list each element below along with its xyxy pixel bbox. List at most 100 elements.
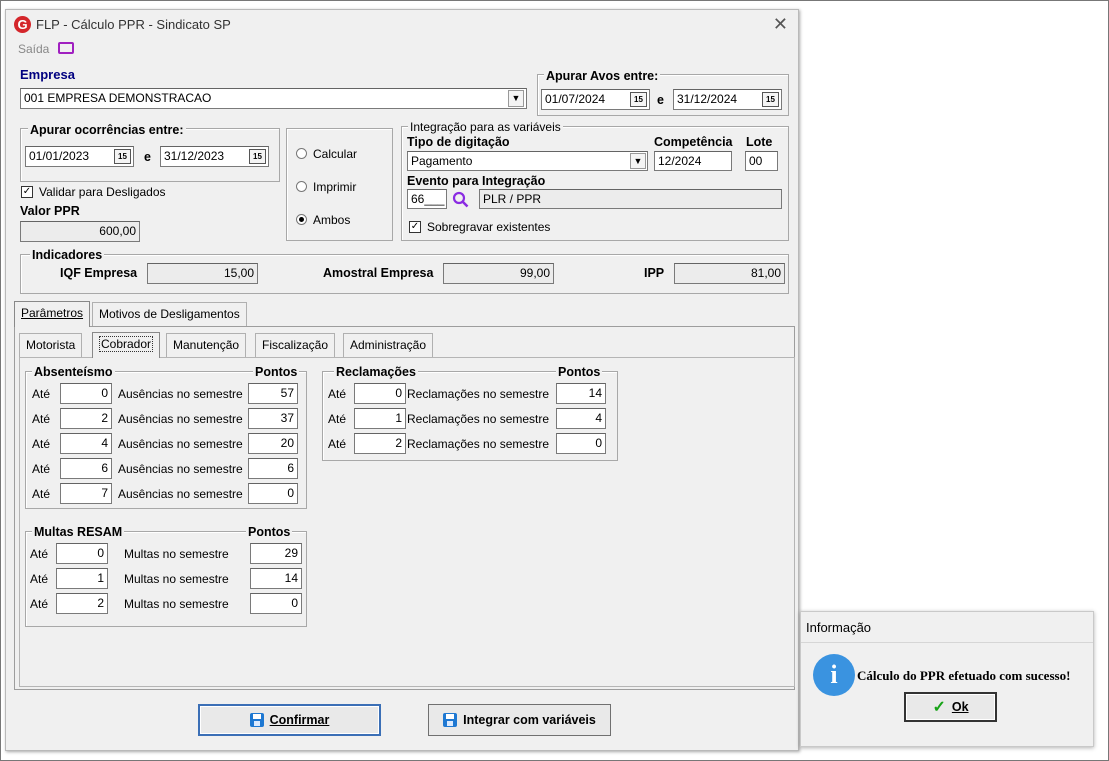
ate-label: Até bbox=[328, 437, 347, 451]
valor-field[interactable]: 6 bbox=[60, 458, 112, 479]
info-dialog: Informação i Cálculo do PPR efetuado com… bbox=[800, 611, 1094, 747]
valor-field[interactable]: 7 bbox=[60, 483, 112, 504]
amostral-label: Amostral Empresa bbox=[323, 266, 434, 280]
close-icon[interactable]: ✕ bbox=[773, 14, 788, 35]
desc-label: Ausências no semestre bbox=[118, 437, 243, 451]
pontos-field[interactable]: 6 bbox=[248, 458, 298, 479]
ipp-field: 81,00 bbox=[674, 263, 785, 284]
subtab-motorista[interactable]: Motorista bbox=[19, 333, 83, 357]
desc-label: Reclamações no semestre bbox=[407, 387, 550, 401]
ipp-label: IPP bbox=[644, 266, 665, 280]
multas-pontos-label: Pontos bbox=[246, 525, 293, 539]
desc-label: Reclamações no semestre bbox=[407, 437, 550, 451]
pontos-field[interactable]: 0 bbox=[250, 593, 302, 614]
sobregravar-checkbox[interactable]: ✓ bbox=[409, 221, 421, 233]
lote-label: Lote bbox=[746, 135, 773, 149]
ate-label: Até bbox=[32, 437, 51, 451]
valor-field[interactable]: 0 bbox=[56, 543, 108, 564]
subtab-administracao[interactable]: Administração bbox=[343, 333, 434, 357]
search-icon[interactable] bbox=[452, 191, 469, 208]
main-window: G FLP - Cálculo PPR - Sindicato SP ✕ Saí… bbox=[5, 9, 799, 751]
lote-field[interactable]: 00 bbox=[745, 151, 778, 171]
desc-label: Ausências no semestre bbox=[118, 387, 243, 401]
subtab-fiscalizacao[interactable]: Fiscalização bbox=[255, 333, 336, 357]
pontos-field[interactable]: 0 bbox=[556, 433, 606, 454]
sobregravar-label: Sobregravar existentes bbox=[427, 220, 551, 234]
save-icon bbox=[443, 713, 458, 727]
integracao-label: Integração para as variáveis bbox=[408, 120, 563, 134]
tipo-label: Tipo de digitação bbox=[407, 135, 510, 149]
reclamacoes-pontos-label: Pontos bbox=[556, 365, 603, 379]
window-title: FLP - Cálculo PPR - Sindicato SP bbox=[36, 17, 231, 32]
subtab-cobrador[interactable]: Cobrador bbox=[92, 332, 161, 358]
ate-label: Até bbox=[32, 387, 51, 401]
chevron-down-icon[interactable]: ▼ bbox=[508, 90, 524, 107]
amostral-field: 99,00 bbox=[443, 263, 554, 284]
valor-field[interactable]: 1 bbox=[354, 408, 406, 429]
tipo-select[interactable]: Pagamento bbox=[407, 151, 648, 171]
integrar-label: Integrar com variáveis bbox=[463, 713, 596, 727]
valor-field[interactable]: 2 bbox=[56, 593, 108, 614]
valor-field[interactable]: 2 bbox=[60, 408, 112, 429]
confirmar-button[interactable]: Confirmar bbox=[198, 704, 381, 736]
evento-code-field[interactable]: 66___ bbox=[407, 189, 447, 209]
ate-label: Até bbox=[328, 412, 347, 426]
valor-field[interactable]: 0 bbox=[354, 383, 406, 404]
menu-saida[interactable]: Saída bbox=[18, 42, 49, 56]
integrar-button[interactable]: Integrar com variáveis bbox=[428, 704, 611, 736]
ate-label: Até bbox=[32, 462, 51, 476]
monitor-icon[interactable] bbox=[58, 42, 74, 54]
desc-label: Ausências no semestre bbox=[118, 462, 243, 476]
imprimir-label: Imprimir bbox=[313, 180, 357, 194]
title-bar: G FLP - Cálculo PPR - Sindicato SP ✕ bbox=[6, 10, 798, 40]
ate-label: Até bbox=[30, 547, 49, 561]
empresa-select[interactable]: 001 EMPRESA DEMONSTRACAO bbox=[20, 88, 527, 109]
valor-field[interactable]: 1 bbox=[56, 568, 108, 589]
validar-checkbox[interactable]: ✓ bbox=[21, 186, 33, 198]
ok-button[interactable]: ✓ Ok bbox=[904, 692, 997, 722]
valor-field[interactable]: 4 bbox=[60, 433, 112, 454]
avos-sep: e bbox=[657, 93, 664, 107]
avos-label: Apurar Avos entre: bbox=[544, 69, 661, 83]
save-icon bbox=[249, 713, 264, 727]
valor-field[interactable]: 0 bbox=[60, 383, 112, 404]
tab-parametros[interactable]: Parâmetros bbox=[14, 301, 91, 327]
ocorrencias-sep: e bbox=[144, 150, 151, 164]
pontos-field[interactable]: 0 bbox=[248, 483, 298, 504]
chevron-down-icon[interactable]: ▼ bbox=[630, 153, 646, 169]
pontos-field[interactable]: 37 bbox=[248, 408, 298, 429]
ambos-radio[interactable] bbox=[296, 214, 307, 225]
calendar-icon[interactable]: 15 bbox=[249, 149, 266, 164]
pontos-field[interactable]: 4 bbox=[556, 408, 606, 429]
desc-label: Ausências no semestre bbox=[118, 487, 243, 501]
imprimir-radio[interactable] bbox=[296, 181, 307, 192]
subtab-manutencao[interactable]: Manutenção bbox=[166, 333, 247, 357]
calendar-icon[interactable]: 15 bbox=[114, 149, 131, 164]
pontos-field[interactable]: 14 bbox=[250, 568, 302, 589]
pontos-field[interactable]: 14 bbox=[556, 383, 606, 404]
absenteismo-title: Absenteísmo bbox=[32, 365, 115, 379]
tab-motivos[interactable]: Motivos de Desligamentos bbox=[92, 302, 247, 326]
calendar-icon[interactable]: 15 bbox=[630, 92, 647, 107]
calcular-radio[interactable] bbox=[296, 148, 307, 159]
calendar-icon[interactable]: 15 bbox=[762, 92, 779, 107]
check-icon: ✓ bbox=[932, 699, 946, 716]
ate-label: Até bbox=[328, 387, 347, 401]
empresa-label: Empresa bbox=[20, 67, 75, 82]
absenteismo-pontos-label: Pontos bbox=[253, 365, 300, 379]
iqf-label: IQF Empresa bbox=[60, 266, 138, 280]
pontos-field[interactable]: 29 bbox=[250, 543, 302, 564]
iqf-field: 15,00 bbox=[147, 263, 258, 284]
valor-ppr-label: Valor PPR bbox=[20, 204, 80, 218]
desc-label: Reclamações no semestre bbox=[407, 412, 550, 426]
ambos-label: Ambos bbox=[313, 213, 351, 227]
valor-field[interactable]: 2 bbox=[354, 433, 406, 454]
pontos-field[interactable]: 57 bbox=[248, 383, 298, 404]
pontos-field[interactable]: 20 bbox=[248, 433, 298, 454]
validar-label: Validar para Desligados bbox=[39, 185, 166, 199]
confirmar-label: Confirmar bbox=[269, 713, 330, 727]
ate-label: Até bbox=[32, 412, 51, 426]
competencia-field[interactable]: 12/2024 bbox=[654, 151, 732, 171]
subtab-cobrador-label: Cobrador bbox=[99, 336, 154, 352]
desc-label: Multas no semestre bbox=[124, 597, 229, 611]
